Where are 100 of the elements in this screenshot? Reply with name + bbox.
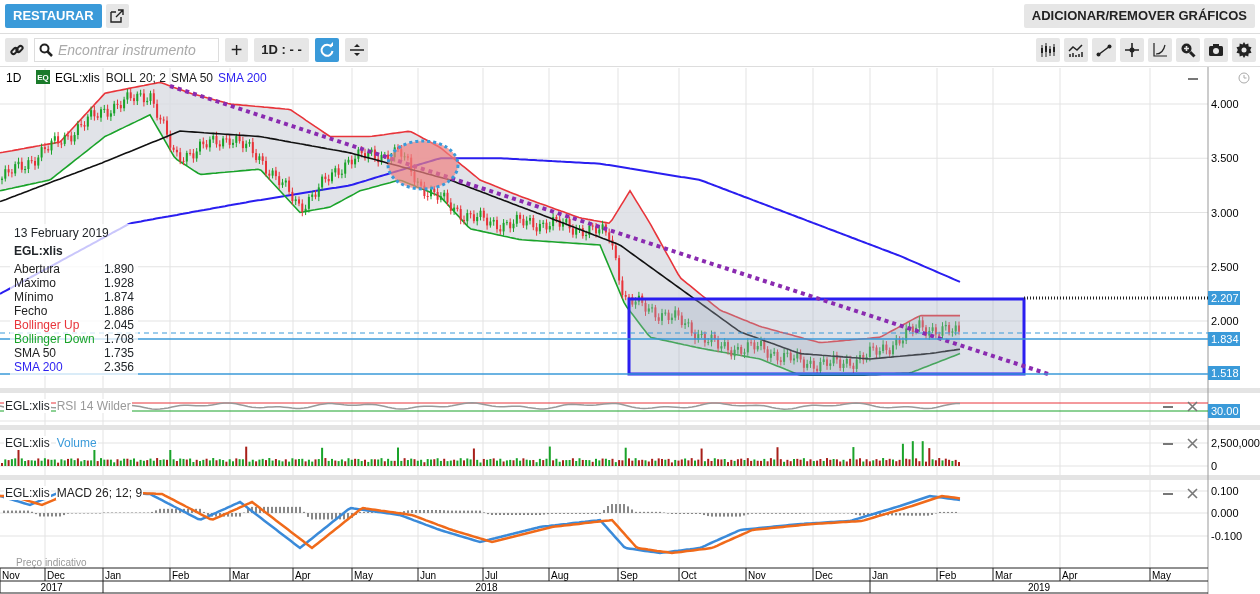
month-label: Jan (105, 570, 122, 581)
settings-icon (1236, 42, 1252, 58)
price-tag: 1.834 (1208, 332, 1240, 346)
footnote: Preço indicativo (16, 557, 87, 568)
indicator-label: Volume (55, 436, 98, 450)
external-link-icon (110, 9, 125, 23)
month-label: Dec (47, 570, 65, 581)
tooltip-label: Mínimo (14, 290, 54, 304)
month-label: Feb (172, 570, 190, 581)
line-chart-icon (1068, 42, 1084, 58)
camera-tool-button[interactable] (1204, 38, 1228, 62)
minimize-icon[interactable] (1162, 443, 1174, 445)
month-label: Mar (232, 570, 250, 581)
panel-symbol-label: EGL:xlis (4, 436, 51, 450)
axis-label: 4.000 (1211, 98, 1239, 110)
tooltip-value: 1.890 (103, 262, 134, 276)
tooltip-symbol: EGL:xlis (14, 244, 64, 258)
axis-label: 0.000 (1211, 507, 1239, 519)
month-label: May (1152, 570, 1171, 581)
zoom-in-tool-button[interactable] (1176, 38, 1200, 62)
month-label: Jun (420, 570, 437, 581)
panel-symbol-label: EGL:xlis (4, 399, 51, 413)
indicator-label: BOLL 20; 2 (105, 71, 166, 85)
popout-button[interactable] (105, 4, 129, 28)
indicator-label: MACD 26; 12; 9 (55, 486, 144, 500)
price-tag: 1.518 (1208, 366, 1240, 380)
month-label: Jan (872, 570, 889, 581)
axis-label: 0.100 (1211, 485, 1239, 497)
year-label: 2019 (1027, 582, 1051, 593)
candlestick-chart-tool-button[interactable] (1036, 38, 1060, 62)
exchange-badge: EQ (36, 70, 50, 84)
line-chart-tool-button[interactable] (1064, 38, 1088, 62)
tooltip-value: 1.886 (103, 304, 134, 318)
camera-icon (1208, 42, 1224, 58)
tooltip-label: Bollinger Down (14, 332, 95, 346)
month-label: Aug (551, 570, 569, 581)
month-label: Feb (939, 570, 957, 581)
add-remove-charts-button[interactable]: ADICIONAR/REMOVER GRÁFICOS (1023, 4, 1255, 28)
rectangle-annotation[interactable] (627, 297, 1026, 376)
indicator-label: SMA 200 (218, 71, 267, 85)
month-label: Nov (748, 570, 766, 581)
link-icon (9, 43, 24, 57)
interval-label: 1D (6, 71, 22, 85)
month-label: Apr (1062, 570, 1078, 581)
axis-label: 3.000 (1211, 206, 1239, 219)
add-button[interactable]: + (225, 38, 248, 62)
tooltip-label: Abertura (14, 262, 61, 276)
trend-line[interactable] (169, 84, 1049, 376)
split-button[interactable] (345, 38, 368, 62)
ellipse-annotation[interactable] (386, 139, 460, 191)
refresh-icon (319, 42, 335, 58)
curve-icon (1152, 42, 1168, 58)
crosshair-icon (1124, 42, 1140, 58)
search-icon (39, 43, 53, 57)
curve-tool-button[interactable] (1148, 38, 1172, 62)
tooltip-label: SMA 200 (14, 360, 63, 374)
refresh-button[interactable] (315, 38, 339, 62)
axis-label: 2.500 (1211, 260, 1239, 273)
tooltip-value: 1.874 (103, 290, 134, 304)
panel-symbol-label: EGL:xlis (4, 486, 51, 500)
axis-label: 0 (1211, 460, 1218, 472)
tooltip-value: 2.356 (103, 360, 134, 374)
month-label: Oct (681, 570, 697, 581)
price-tag: 2.207 (1208, 291, 1240, 305)
tooltip-value: 1.928 (103, 276, 134, 290)
month-label: Dec (815, 570, 833, 581)
month-label: Jul (485, 570, 498, 581)
axis-label: 3.500 (1211, 152, 1239, 165)
year-label: 2017 (40, 582, 63, 593)
month-label: Apr (295, 570, 311, 581)
minimize-icon[interactable] (1162, 493, 1174, 495)
zoom-in-icon (1180, 42, 1196, 58)
minimize-icon[interactable] (1187, 78, 1199, 80)
tooltip-label: Bollinger Up (14, 318, 80, 332)
tooltip-value: 1.735 (103, 346, 134, 360)
symbol-label: EGL:xlis (55, 71, 100, 85)
link-button[interactable] (5, 38, 28, 62)
tooltip-label: Fecho (14, 304, 48, 318)
line-segment-tool-button[interactable] (1092, 38, 1116, 62)
price-tag: 30.00 (1208, 404, 1240, 418)
close-icon[interactable] (1187, 488, 1198, 499)
minimize-icon[interactable] (1162, 406, 1174, 408)
crosshair-tool-button[interactable] (1120, 38, 1144, 62)
axis-label: 2,500,000 (1211, 437, 1260, 449)
axis-label: -0.100 (1211, 530, 1243, 542)
tooltip-label: Máximo (14, 276, 56, 290)
month-label: Nov (2, 570, 20, 581)
search-field[interactable]: Encontrar instrumento (34, 38, 219, 62)
interval-button[interactable]: 1D : - - (254, 38, 309, 62)
tooltip-value: 1.708 (103, 332, 134, 346)
settings-tool-button[interactable] (1232, 38, 1256, 62)
axis-label: 2.000 (1211, 315, 1239, 327)
tooltip-date: 13 February 2019 (14, 226, 110, 240)
year-label: 2018 (475, 582, 498, 593)
indicator-label: SMA 50 (170, 71, 213, 85)
line-segment-icon (1096, 42, 1112, 58)
split-icon (349, 43, 364, 57)
close-icon[interactable] (1187, 438, 1198, 449)
month-label: May (354, 570, 373, 581)
close-icon[interactable] (1187, 401, 1198, 412)
